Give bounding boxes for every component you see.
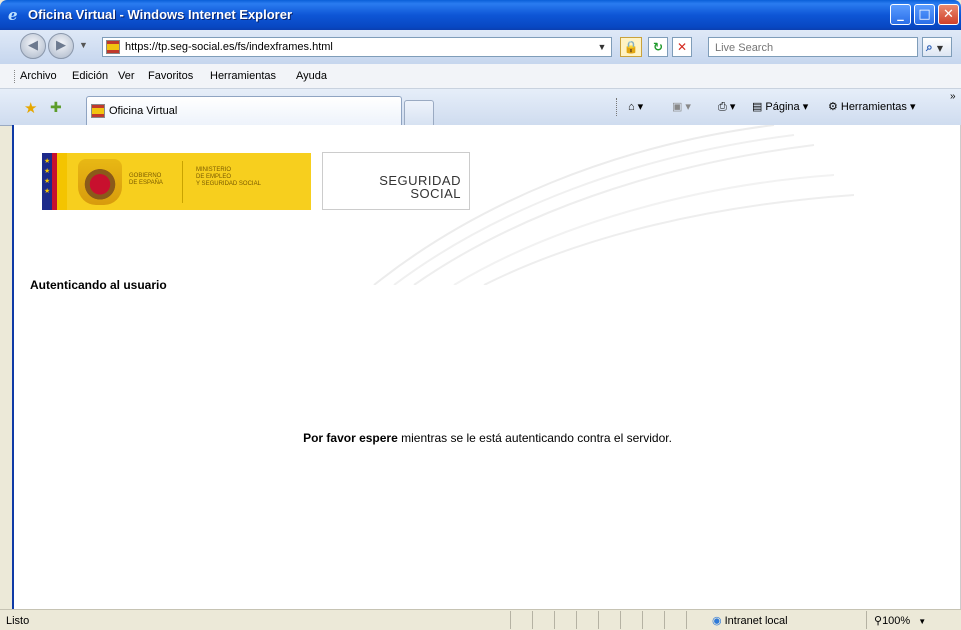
ss-line2: SOCIAL bbox=[410, 186, 461, 201]
coat-of-arms-icon bbox=[78, 159, 122, 205]
tab-toolbar: ★ ✚ Oficina Virtual ⌂ ▾ ▣ ▾ ⎙ ▾ ▤ Página ▾ ⚙… bbox=[0, 89, 961, 126]
zoom-dropdown-icon[interactable]: ▼ bbox=[918, 617, 926, 626]
zoom-control[interactable]: ⚲100% ▼ bbox=[874, 614, 926, 627]
print-icon: ⎙ bbox=[718, 101, 727, 113]
menu-bar: Archivo Edición Ver Favoritos Herramient… bbox=[0, 64, 961, 89]
gobierno-line1: GOBIERNO bbox=[129, 173, 162, 179]
menu-ayuda[interactable]: Ayuda bbox=[296, 70, 327, 82]
status-panel bbox=[866, 611, 867, 629]
recent-pages-dropdown-icon[interactable]: ▼ bbox=[79, 40, 88, 50]
seguridad-social-logo: SEGURIDAD SOCIAL bbox=[322, 152, 470, 210]
site-favicon-icon bbox=[106, 40, 120, 54]
address-bar[interactable]: https://tp.seg-social.es/fs/indexframes.… bbox=[102, 37, 612, 57]
home-button[interactable]: ⌂ ▾ bbox=[628, 100, 643, 113]
status-panel bbox=[576, 611, 577, 629]
forward-button[interactable]: ▶ bbox=[48, 33, 74, 59]
favorites-center-icon[interactable]: ★ bbox=[24, 99, 37, 117]
zone-label: Intranet local bbox=[724, 615, 788, 627]
home-icon: ⌂ bbox=[628, 101, 635, 113]
status-panel bbox=[532, 611, 533, 629]
flag-emblem: ★ ★ ★ ★ bbox=[42, 153, 67, 210]
menu-herramientas[interactable]: Herramientas bbox=[210, 70, 276, 82]
ministerio-line3: Y SEGURIDAD SOCIAL bbox=[196, 181, 261, 187]
page-title: Autenticando al usuario bbox=[30, 278, 167, 292]
address-dropdown-icon[interactable]: ▼ bbox=[595, 39, 609, 55]
back-button[interactable]: ◀ bbox=[20, 33, 46, 59]
security-zone[interactable]: ◉ Intranet local bbox=[712, 614, 788, 627]
maximize-button[interactable]: □ bbox=[914, 4, 935, 25]
minimize-button[interactable]: _ bbox=[890, 4, 911, 25]
status-panel bbox=[554, 611, 555, 629]
status-panel bbox=[620, 611, 621, 629]
page-content: ★ ★ ★ ★ GOBIERNO DE ESPAÑA MINISTERIO DE EM… bbox=[12, 125, 961, 609]
menu-edicion[interactable]: Edición bbox=[72, 70, 108, 82]
new-tab-button[interactable] bbox=[404, 100, 434, 125]
gobierno-text: GOBIERNO DE ESPAÑA bbox=[129, 173, 163, 187]
ministerio-line2: DE EMPLEO bbox=[196, 174, 232, 180]
globe-icon: ◉ bbox=[712, 615, 722, 627]
ministerio-text: MINISTERIO DE EMPLEO Y SEGURIDAD SOCIAL bbox=[196, 167, 261, 188]
status-bar: Listo ◉ Intranet local ⚲100% ▼ bbox=[0, 609, 961, 630]
search-input[interactable] bbox=[713, 39, 917, 57]
search-box[interactable] bbox=[708, 37, 918, 57]
status-panel bbox=[598, 611, 599, 629]
address-text[interactable]: https://tp.seg-social.es/fs/indexframes.… bbox=[125, 41, 333, 53]
menu-grip bbox=[14, 70, 17, 83]
tab-label: Oficina Virtual bbox=[109, 105, 178, 117]
toolbar-separator bbox=[616, 98, 617, 116]
search-options-icon[interactable]: ▼ bbox=[937, 44, 943, 53]
menu-ver[interactable]: Ver bbox=[118, 70, 135, 82]
stop-button[interactable]: ✕ bbox=[672, 37, 692, 57]
menu-archivo[interactable]: Archivo bbox=[20, 70, 57, 82]
logo-divider bbox=[182, 161, 183, 203]
status-panel bbox=[510, 611, 511, 629]
address-toolbar: ◀ ▶ ▼ https://tp.seg-social.es/fs/indexf… bbox=[0, 30, 961, 64]
ministerio-line1: MINISTERIO bbox=[196, 167, 232, 173]
browser-window: e Oficina Virtual - Windows Internet Exp… bbox=[0, 0, 961, 630]
title-bar[interactable]: e Oficina Virtual - Windows Internet Exp… bbox=[0, 0, 961, 30]
feeds-button[interactable]: ▣ ▾ bbox=[672, 100, 691, 113]
print-button[interactable]: ⎙ ▾ bbox=[718, 100, 735, 114]
wait-message-bold: Por favor espere bbox=[303, 431, 398, 445]
window-title: Oficina Virtual - Windows Internet Explo… bbox=[28, 7, 293, 22]
gobierno-logo: ★ ★ ★ ★ GOBIERNO DE ESPAÑA MINISTERIO DE EM… bbox=[42, 153, 311, 210]
toolbar-chevron[interactable]: » bbox=[950, 91, 956, 102]
status-text: Listo bbox=[6, 615, 30, 627]
gobierno-line2: DE ESPAÑA bbox=[129, 180, 163, 186]
gear-icon: ⚙ bbox=[828, 101, 838, 113]
tab-oficina-virtual[interactable]: Oficina Virtual bbox=[86, 96, 402, 125]
page-menu-label: Página bbox=[765, 101, 800, 113]
security-lock-icon[interactable]: 🔒 bbox=[620, 37, 642, 57]
wait-message-rest: mientras se le está autenticando contra … bbox=[397, 431, 672, 445]
tools-menu-label: Herramientas bbox=[840, 101, 907, 113]
page-menu[interactable]: ▤ Página ▾ bbox=[752, 100, 808, 113]
page-header: ★ ★ ★ ★ GOBIERNO DE ESPAÑA MINISTERIO DE EM… bbox=[14, 125, 960, 285]
status-panel bbox=[642, 611, 643, 629]
close-button[interactable]: ✕ bbox=[938, 4, 959, 25]
feeds-icon: ▣ bbox=[672, 101, 683, 113]
status-panel bbox=[664, 611, 665, 629]
refresh-button[interactable]: ↻ bbox=[648, 37, 668, 57]
ie-logo-icon: e bbox=[8, 6, 18, 24]
tab-favicon-icon bbox=[91, 104, 105, 118]
add-favorite-icon[interactable]: ✚ bbox=[50, 99, 62, 116]
wait-message: Por favor espere mientras se le está aut… bbox=[14, 431, 960, 445]
status-panel bbox=[686, 611, 687, 629]
page-icon: ▤ bbox=[752, 101, 763, 113]
search-button[interactable]: ⌕ ▼ bbox=[922, 37, 952, 57]
tools-menu[interactable]: ⚙ Herramientas ▾ bbox=[828, 100, 915, 113]
zoom-icon: ⚲ bbox=[874, 615, 883, 627]
menu-favoritos[interactable]: Favoritos bbox=[148, 70, 193, 82]
zoom-level: 100% bbox=[882, 615, 911, 627]
